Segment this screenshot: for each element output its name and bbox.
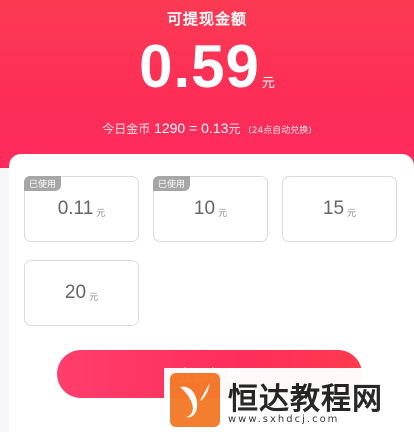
- background-strip: [0, 168, 9, 432]
- exchange-rate: 今日金币 1290 = 0.13元 (24点自动兑换): [0, 120, 414, 137]
- option-unit: 元: [218, 208, 228, 219]
- amount-value: 0.59: [139, 33, 260, 100]
- option-card-10[interactable]: 已使用 10 元: [153, 176, 268, 242]
- option-unit: 元: [96, 208, 106, 219]
- rate-value: 1290 = 0.13: [154, 120, 229, 136]
- option-unit: 元: [89, 292, 99, 303]
- watermark-name: 恒达教程网: [228, 382, 383, 417]
- withdrawable-amount: 0.59 元: [0, 32, 414, 101]
- option-value: 0.11: [57, 198, 94, 219]
- option-value: 20: [64, 282, 87, 303]
- header-banner: 可提现金额 0.59 元 今日金币 1290 = 0.13元 (24点自动兑换): [0, 0, 414, 180]
- page-title: 可提现金额: [166, 10, 247, 28]
- rate-note: (24点自动兑换): [248, 126, 312, 136]
- watermark-url: www.sxhdcj.com: [228, 414, 340, 425]
- option-unit: 元: [347, 208, 357, 219]
- watermark: 恒达教程网 www.sxhdcj.com: [164, 368, 414, 432]
- rate-unit: 元: [228, 122, 241, 136]
- option-card-0-11[interactable]: 已使用 0.11 元: [24, 176, 139, 242]
- option-card-15[interactable]: 15 元: [282, 176, 397, 242]
- option-value: 15: [322, 198, 345, 219]
- option-value: 10: [193, 198, 216, 219]
- amount-unit: 元: [261, 76, 275, 91]
- used-badge: 已使用: [24, 176, 62, 191]
- brand-logo-icon: [170, 373, 220, 427]
- used-badge: 已使用: [153, 176, 191, 191]
- rate-prefix: 今日金币: [102, 122, 151, 136]
- option-card-20[interactable]: 20 元: [24, 260, 139, 326]
